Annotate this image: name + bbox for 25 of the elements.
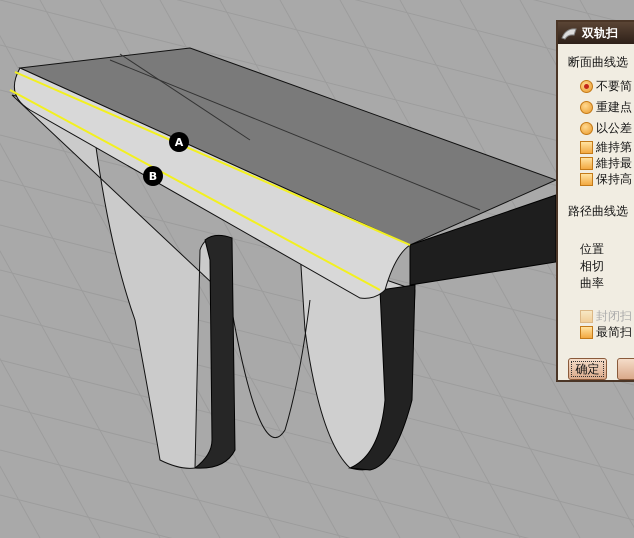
radio-button[interactable] [580,101,593,114]
radio-label: 重建点 [596,99,632,116]
ok-button[interactable]: 确定 [568,358,607,380]
option-label: 位置 [579,241,605,258]
checkbox-label: 最简扫 [596,324,632,340]
section-label: 路径曲线选 [568,203,629,220]
radio-label: 不要简 [596,78,632,95]
option-label: 相切 [579,258,605,275]
point-marker: A [169,132,189,152]
checkbox-label: 維持第 [596,138,632,156]
section-label: 断面曲线选 [568,54,629,71]
checkbox[interactable] [580,326,593,338]
option-label: 曲率 [579,275,605,292]
checkbox-label: 封闭扫 [596,308,632,324]
checkbox[interactable] [580,172,593,186]
checkbox-label: 保持高 [596,170,632,188]
radio-label: 以公差 [596,120,632,137]
dialog-title: 双轨扫 [582,24,618,42]
checkbox[interactable] [580,156,593,170]
radio-button[interactable] [580,122,593,135]
point-marker: B [143,166,163,186]
checkbox-label: 維持最 [596,154,632,172]
checkbox[interactable] [580,140,593,154]
sweep-tool-icon [561,26,577,40]
radio-button[interactable] [580,80,593,93]
